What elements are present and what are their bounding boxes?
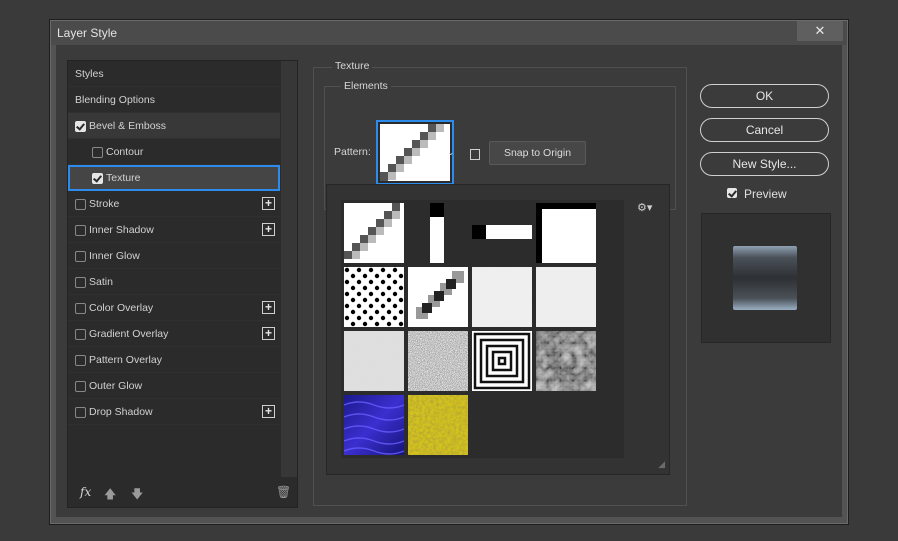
style-item-satin[interactable]: Satin xyxy=(68,269,280,295)
style-item-label: Styles xyxy=(75,68,104,80)
checkbox[interactable] xyxy=(92,173,103,184)
texture-group-title: Texture xyxy=(332,60,373,72)
light-noise-pattern[interactable] xyxy=(472,267,532,327)
style-item-inner-shadow[interactable]: Inner Shadow + xyxy=(68,217,280,243)
styles-list: Styles Blending Options Bevel & Emboss Cont… xyxy=(68,61,280,425)
add-effect-icon[interactable]: + xyxy=(262,301,275,314)
style-item-pattern-overlay[interactable]: Pattern Overlay xyxy=(68,347,280,373)
checkbox[interactable] xyxy=(75,121,86,132)
preview-box xyxy=(701,213,831,343)
styles-scrollbar[interactable] xyxy=(281,61,297,477)
concentric-squares-pattern[interactable] xyxy=(472,331,532,391)
checkbox[interactable] xyxy=(75,329,86,340)
style-item-contour[interactable]: Contour xyxy=(68,139,280,165)
checkbox[interactable] xyxy=(75,303,86,314)
close-button[interactable]: ✕ xyxy=(797,21,843,41)
preview-thumbnail xyxy=(733,246,797,310)
horizontal-bar-pattern[interactable] xyxy=(472,203,532,263)
resize-grip-icon[interactable]: ◢ xyxy=(658,459,665,470)
style-item-gradient-overlay[interactable]: Gradient Overlay + xyxy=(68,321,280,347)
trash-icon[interactable]: 🗑 xyxy=(276,485,291,499)
add-effect-icon[interactable]: + xyxy=(262,327,275,340)
style-item-label: Blending Options xyxy=(75,94,155,106)
snap-to-origin-button[interactable]: Snap to Origin xyxy=(489,141,586,165)
style-item-label: Gradient Overlay xyxy=(89,328,169,340)
arrow-down-icon[interactable]: 🡇 xyxy=(131,485,143,506)
pattern-picker-scrollbar[interactable] xyxy=(624,200,634,458)
add-effect-icon[interactable]: + xyxy=(262,223,275,236)
checkbox[interactable] xyxy=(75,225,86,236)
gray-camo-pattern[interactable] xyxy=(536,331,596,391)
window-title: Layer Style xyxy=(57,26,118,40)
style-item-label: Bevel & Emboss xyxy=(89,120,167,132)
checkbox[interactable] xyxy=(75,277,86,288)
style-item-inner-glow[interactable]: Inner Glow xyxy=(68,243,280,269)
checkbox[interactable] xyxy=(75,407,86,418)
style-item-label: Drop Shadow xyxy=(89,406,153,418)
checkbox[interactable] xyxy=(75,355,86,366)
style-item-drop-shadow[interactable]: Drop Shadow + xyxy=(68,399,280,425)
fx-icon[interactable]: fx xyxy=(80,485,91,499)
style-item-bevel-emboss[interactable]: Bevel & Emboss xyxy=(68,113,280,139)
checkbox[interactable] xyxy=(75,251,86,262)
checkbox[interactable] xyxy=(75,381,86,392)
gear-icon[interactable]: ⚙▾ xyxy=(637,201,652,214)
gray-noise-pattern[interactable] xyxy=(344,331,404,391)
style-item-color-overlay[interactable]: Color Overlay + xyxy=(68,295,280,321)
pattern-grid xyxy=(341,200,624,458)
fine-noise-pattern[interactable] xyxy=(536,267,596,327)
elements-group-title: Elements xyxy=(341,80,391,92)
corner-block-pattern[interactable] xyxy=(536,203,596,263)
pattern-swatch[interactable] xyxy=(376,120,454,185)
cancel-button[interactable]: Cancel xyxy=(700,118,829,142)
blue-water-pattern[interactable] xyxy=(344,395,404,455)
preview-label: Preview xyxy=(744,187,787,201)
style-item-label: Stroke xyxy=(89,198,120,210)
pattern-label: Pattern: xyxy=(334,146,371,158)
style-item-stroke[interactable]: Stroke + xyxy=(68,191,280,217)
style-item-label: Inner Glow xyxy=(89,250,140,262)
dark-noise-pattern[interactable] xyxy=(408,331,468,391)
checkbox[interactable] xyxy=(75,199,86,210)
layer-style-dialog: Layer Style ✕ Styles Blending Options Beve… xyxy=(50,20,848,524)
diagonal-pixel-pattern[interactable] xyxy=(344,203,404,263)
style-item-label: Pattern Overlay xyxy=(89,354,162,366)
style-item-styles[interactable]: Styles xyxy=(68,61,280,87)
style-item-label: Color Overlay xyxy=(89,302,154,314)
vertical-bar-pattern[interactable] xyxy=(408,203,468,263)
style-item-label: Outer Glow xyxy=(89,380,143,392)
style-item-texture[interactable]: Texture xyxy=(68,165,280,191)
style-item-label: Contour xyxy=(106,146,144,158)
style-item-label: Inner Shadow xyxy=(89,224,154,236)
checkbox[interactable] xyxy=(92,147,103,158)
new-preset-icon[interactable] xyxy=(470,149,480,160)
add-effect-icon[interactable]: + xyxy=(262,197,275,210)
new-style-button[interactable]: New Style... xyxy=(700,152,829,176)
styles-panel: Styles Blending Options Bevel & Emboss Cont… xyxy=(67,60,298,508)
dots-pattern[interactable] xyxy=(344,267,404,327)
add-effect-icon[interactable]: + xyxy=(262,405,275,418)
pattern-picker: ⚙▾ ◢ xyxy=(326,184,670,475)
styles-footer: fx 🡅 🡇 🗑 xyxy=(68,477,297,507)
style-item-blending-options[interactable]: Blending Options xyxy=(68,87,280,113)
chevron-down-icon[interactable]: ⌄ xyxy=(447,147,455,158)
arrow-up-icon[interactable]: 🡅 xyxy=(104,485,116,506)
style-item-label: Texture xyxy=(106,172,141,184)
diagonal-pixel-pattern-icon xyxy=(380,124,450,181)
diagonal-gray-pattern[interactable] xyxy=(408,267,468,327)
style-item-label: Satin xyxy=(89,276,113,288)
ok-button[interactable]: OK xyxy=(700,84,829,108)
style-item-outer-glow[interactable]: Outer Glow xyxy=(68,373,280,399)
dialog-body: Styles Blending Options Bevel & Emboss Cont… xyxy=(56,45,842,517)
yellow-texture-pattern[interactable] xyxy=(408,395,468,455)
title-bar[interactable]: Layer Style ✕ xyxy=(51,21,847,45)
preview-checkbox[interactable] xyxy=(727,188,737,198)
